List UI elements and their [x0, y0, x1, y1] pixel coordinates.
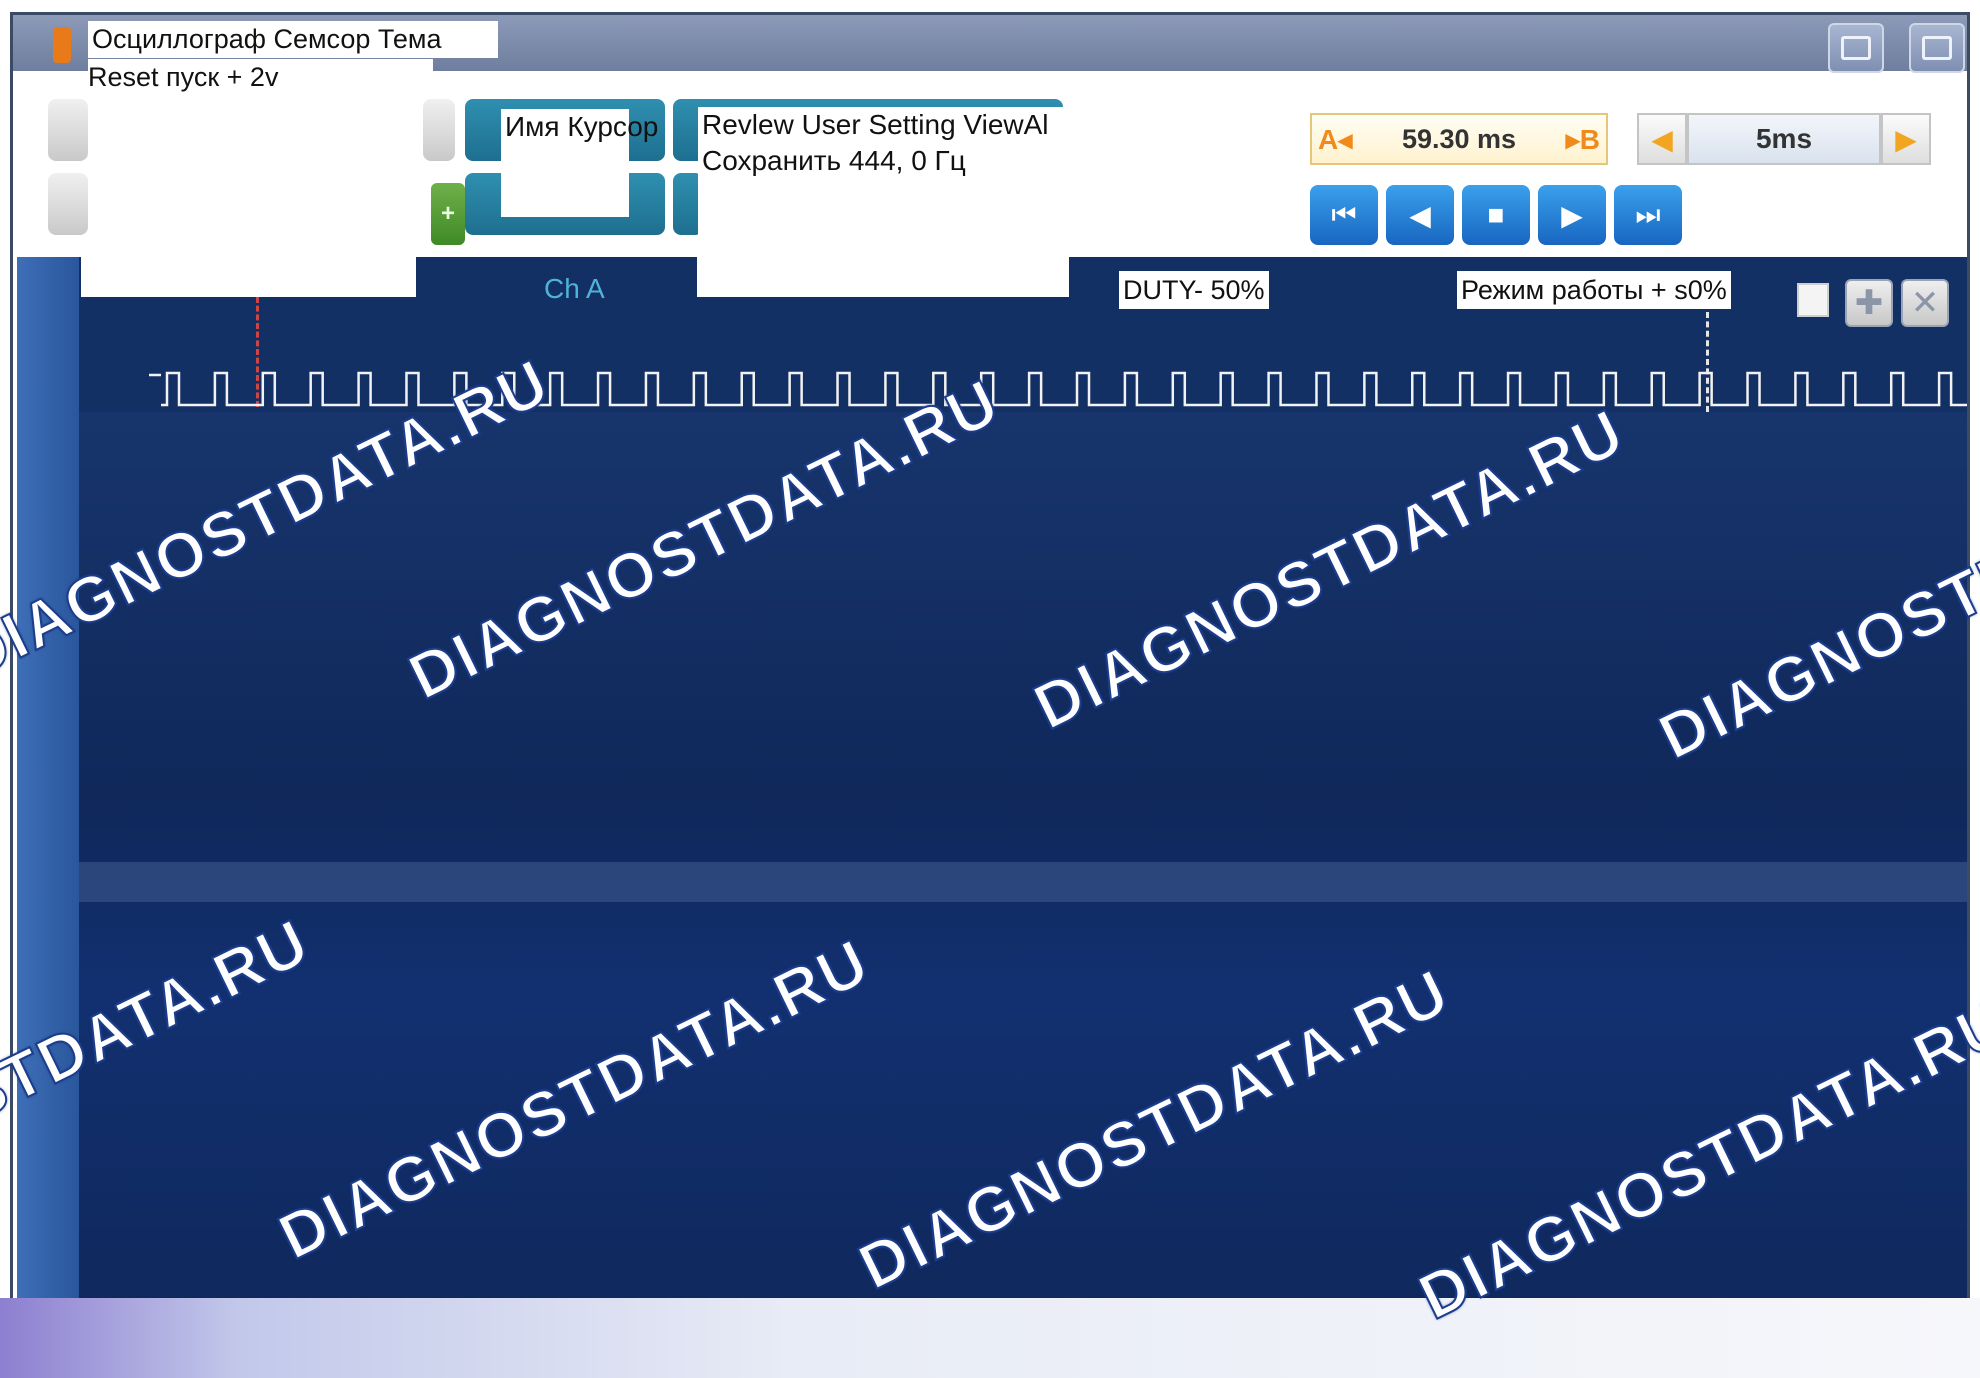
- toolbar-button-mid[interactable]: [423, 99, 455, 161]
- restore-icon: [1841, 36, 1871, 60]
- stop-button[interactable]: ■: [1462, 185, 1530, 245]
- channel-checkbox[interactable]: [1797, 283, 1829, 317]
- menu-line-1: Revlew User Setting ViewAl: [702, 109, 1049, 140]
- step-back-icon: ◀: [1409, 199, 1431, 231]
- skip-start-button[interactable]: ⏮: [1310, 185, 1378, 245]
- blurred-band: [79, 862, 1967, 902]
- cursor-b-marker[interactable]: ▸B: [1566, 123, 1600, 156]
- panel-overlay-mid: [697, 257, 1069, 297]
- triangle-right-icon: ▶: [1895, 123, 1917, 155]
- skip-end-button[interactable]: ⏭: [1614, 185, 1682, 245]
- increment-button[interactable]: +: [431, 183, 465, 245]
- app-icon: [53, 27, 71, 63]
- play-icon: ▶: [1561, 199, 1583, 231]
- skip-start-icon: ⏮: [1331, 198, 1357, 230]
- timebase-increase-button[interactable]: ▶: [1881, 113, 1931, 165]
- timebase-value[interactable]: 5ms: [1687, 113, 1881, 165]
- menu-line-2: Сохранить 444, 0 Гц: [702, 145, 966, 176]
- cursor-a-label: A: [1318, 123, 1339, 155]
- play-button[interactable]: ▶: [1538, 185, 1606, 245]
- timebase-decrease-button[interactable]: ◀: [1637, 113, 1687, 165]
- window-title: Осциллограф Семсор Тема: [88, 21, 498, 58]
- triangle-left-icon: ◀: [1651, 123, 1673, 155]
- toolbar-button-left-bottom[interactable]: [48, 173, 88, 235]
- duty-label: DUTY- 50%: [1119, 271, 1269, 309]
- toolbar-button-left-top[interactable]: [48, 99, 88, 161]
- menu-lines-icon: [1922, 36, 1952, 60]
- close-channel-button[interactable]: ✕: [1901, 279, 1949, 327]
- channel-scale-bar[interactable]: [17, 257, 79, 1378]
- cursor-b-label: B: [1579, 123, 1600, 155]
- cursor-readout: A◂ 59.30 ms ▸B: [1310, 113, 1608, 165]
- stop-icon: ■: [1487, 199, 1505, 230]
- add-channel-button[interactable]: ✚: [1845, 279, 1893, 327]
- channel-a-label: Ch A: [544, 273, 605, 304]
- menu-window-button[interactable]: [1909, 23, 1965, 73]
- window-subtitle: Reset пуск + 2v: [88, 62, 279, 92]
- panel-overlay-left: [81, 257, 416, 297]
- mode-label: Режим работы + s0%: [1457, 271, 1731, 309]
- cursor-name-label: Имя Курсор: [501, 109, 658, 217]
- skip-end-icon: ⏭: [1635, 198, 1661, 230]
- close-icon: ✕: [1910, 284, 1940, 322]
- timebase-control: ◀ 5ms ▶: [1637, 113, 1931, 165]
- bottom-strip: [0, 1298, 1980, 1378]
- restore-window-button[interactable]: [1828, 23, 1884, 73]
- cursor-a-marker[interactable]: A◂: [1318, 123, 1352, 156]
- plus-icon: ✚: [1854, 284, 1884, 322]
- step-back-button[interactable]: ◀: [1386, 185, 1454, 245]
- cursor-delta-time: 59.30 ms: [1401, 123, 1517, 154]
